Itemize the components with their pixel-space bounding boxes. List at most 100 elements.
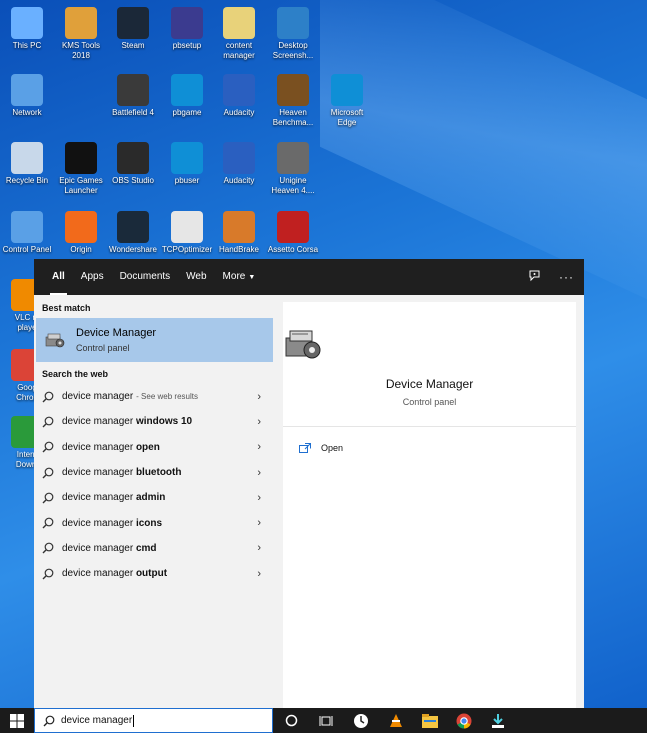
desktop-icon[interactable]: Recycle Bin (0, 142, 54, 186)
chevron-right-icon[interactable]: › (257, 467, 261, 479)
feedback-icon[interactable] (528, 269, 541, 285)
desktop-icon[interactable]: This PC (0, 7, 54, 51)
chevron-right-icon[interactable]: › (257, 517, 261, 529)
desktop-icon[interactable]: pbuser (160, 142, 214, 186)
desktop-icon-label: pbsetup (160, 41, 214, 51)
label-line: Edge (337, 118, 357, 127)
chevron-right-icon[interactable]: › (257, 416, 261, 428)
desktop-icon[interactable]: Battlefield 4 (106, 74, 160, 118)
more-options-icon[interactable]: ··· (559, 270, 574, 284)
vlc-icon[interactable] (386, 711, 405, 730)
desktop-icon-label: Assetto Corsa (266, 245, 320, 255)
query-base: device manager (62, 542, 136, 554)
web-result-item[interactable]: device manager - See web results › (34, 384, 275, 409)
web-result-item[interactable]: device manager cmd › (34, 536, 275, 561)
results-list: Best match Device Manager Control panel … (34, 295, 275, 708)
tab-web[interactable]: Web (178, 259, 214, 295)
tab-all[interactable]: All (44, 259, 73, 295)
desktop-icon[interactable]: Heaven Benchma... (266, 74, 320, 128)
tab-documents[interactable]: Documents (112, 259, 179, 295)
search-icon (42, 517, 54, 529)
chevron-right-icon[interactable]: › (257, 492, 261, 504)
clock-app-icon[interactable] (351, 711, 370, 730)
best-match-item[interactable]: Device Manager Control panel (36, 318, 273, 362)
cortana-icon[interactable] (282, 711, 301, 730)
search-icon (42, 391, 54, 403)
desktop-icon[interactable]: Wondershare (106, 211, 160, 255)
desktop-icon[interactable]: Desktop Screensh... (266, 7, 320, 61)
web-result-query: device manager icons (62, 518, 162, 529)
desktop-icon-label: OBS Studio (106, 176, 160, 186)
app-icon (117, 211, 149, 243)
label-line: Audacity (223, 176, 255, 185)
tab-apps[interactable]: Apps (73, 259, 112, 295)
web-result-item[interactable]: device manager output › (34, 561, 275, 586)
desktop-icon[interactable]: Audacity (212, 142, 266, 186)
label-line: content (225, 41, 253, 50)
desktop-icon[interactable]: HandBrake (212, 211, 266, 255)
desktop-icon-label: Control Panel (0, 245, 54, 255)
desktop-icon[interactable]: KMS Tools 2018 (54, 7, 108, 61)
task-view-icon[interactable] (316, 711, 335, 730)
taskbar-search-box[interactable]: device manager (34, 708, 273, 733)
label-line: KMS Tools (61, 41, 101, 50)
chevron-right-icon[interactable]: › (257, 441, 261, 453)
file-explorer-icon[interactable] (420, 711, 439, 730)
desktop-icon[interactable]: Steam (106, 7, 160, 51)
query-base: device manager (62, 568, 136, 580)
label-line: Microsoft (330, 108, 364, 117)
web-result-item[interactable]: device manager windows 10 › (34, 409, 275, 434)
desktop-icon[interactable]: Unigine Heaven 4.... (266, 142, 320, 196)
label-line: Network (12, 108, 42, 117)
web-result-query: device manager admin (62, 492, 165, 503)
app-icon (331, 74, 363, 106)
detail-title: Device Manager (385, 377, 474, 391)
tab-more[interactable]: More ▼ (215, 259, 264, 295)
desktop-icon-label: Battlefield 4 (106, 108, 160, 118)
download-app-icon[interactable] (488, 711, 507, 730)
label-line: Epic Games (59, 176, 103, 185)
chevron-right-icon[interactable]: › (257, 568, 261, 580)
desktop-icon[interactable]: Audacity (212, 74, 266, 118)
chevron-right-icon[interactable]: › (257, 391, 261, 403)
query-suggestion: bluetooth (135, 467, 182, 479)
web-result-item[interactable]: device manager admin › (34, 485, 275, 510)
desktop-icon[interactable]: Assetto Corsa (266, 211, 320, 255)
query-base: device manager (62, 441, 136, 453)
device-manager-large-icon (285, 330, 321, 359)
web-result-item[interactable]: device manager bluetooth › (34, 460, 275, 485)
app-icon (223, 211, 255, 243)
desktop-icon[interactable]: content manager (212, 7, 266, 61)
app-icon (223, 7, 255, 39)
chevron-down-icon: ▼ (248, 274, 256, 281)
desktop-icon[interactable]: Network (0, 74, 54, 118)
desktop-icon-label: HandBrake (212, 245, 266, 255)
web-result-item[interactable]: device manager icons › (34, 510, 275, 535)
start-button[interactable] (0, 708, 34, 733)
desktop-icon[interactable]: pbsetup (160, 7, 214, 51)
label-line: Heaven (279, 108, 307, 117)
taskbar: device manager (0, 708, 647, 733)
desktop-icon[interactable]: pbgame (160, 74, 214, 118)
desktop-icon-label: content manager (212, 41, 266, 61)
desktop-icon[interactable]: Control Panel (0, 211, 54, 255)
search-input[interactable]: device manager (61, 715, 132, 726)
label-line: pbsetup (172, 41, 202, 50)
web-result-item[interactable]: device manager open › (34, 435, 275, 460)
query-base: device manager (62, 391, 134, 403)
desktop-icon-label: TCPOptimizer (160, 245, 214, 255)
desktop-icon[interactable]: Epic Games Launcher (54, 142, 108, 196)
desktop-icon[interactable]: Origin (54, 211, 108, 255)
desktop-icon[interactable]: OBS Studio (106, 142, 160, 186)
web-result-query: device manager cmd (62, 543, 157, 554)
chevron-right-icon[interactable]: › (257, 542, 261, 554)
desktop-icon-label: Wondershare (106, 245, 160, 255)
label-line: Steam (121, 41, 145, 50)
detail-pane: Device Manager Control panel Open (283, 302, 576, 708)
desktop-icon[interactable]: TCPOptimizer (160, 211, 214, 255)
app-icon (117, 74, 149, 106)
label-line: manager (223, 51, 255, 60)
chrome-icon[interactable] (454, 711, 473, 730)
open-action[interactable]: Open (283, 439, 576, 457)
desktop-icon[interactable]: Microsoft Edge (320, 74, 374, 128)
